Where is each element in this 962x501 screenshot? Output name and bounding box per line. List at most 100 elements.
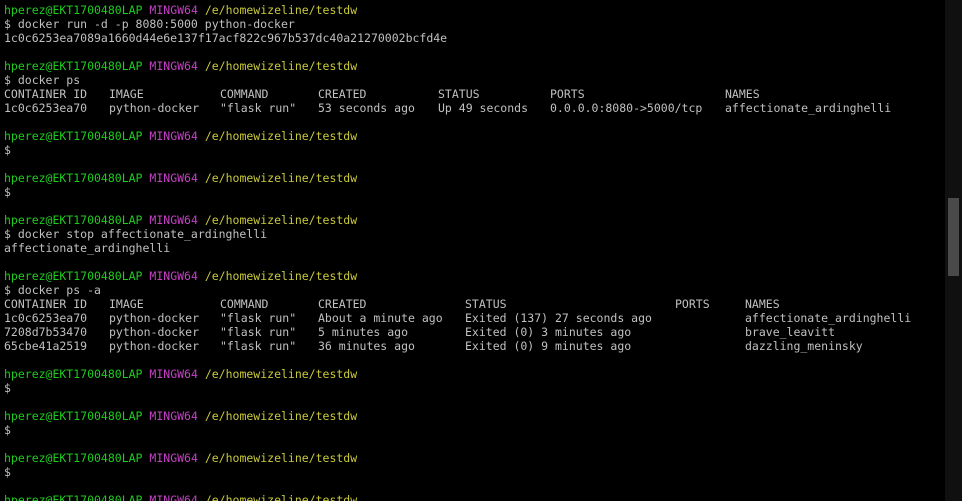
prompt-path: /e/homewizeline/testdw	[204, 59, 358, 73]
prompt-symbol: $	[4, 143, 11, 157]
prompt-system: MINGW64	[149, 171, 198, 185]
prompt-system: MINGW64	[149, 409, 198, 423]
table-cell: "flask run"	[220, 311, 297, 325]
table-cell: About a minute ago	[318, 311, 443, 325]
table-cell: 1c0c6253ea70	[4, 101, 88, 115]
table-row: 1c0c6253ea70 python-docker "flask run" 53 s…	[4, 101, 942, 115]
command-line: $ docker ps -a	[4, 283, 101, 297]
prompt-user: hperez@EKT1700480LAP	[4, 367, 143, 381]
prompt-symbol: $	[4, 423, 11, 437]
table-cell: "flask run"	[220, 101, 297, 115]
header-cell: STATUS	[438, 87, 480, 101]
prompt-line: hperez@EKT1700480LAP MINGW64 /e/homewize…	[4, 213, 942, 227]
table-cell: affectionate_ardinghelli	[725, 101, 892, 115]
prompt-system: MINGW64	[149, 59, 198, 73]
prompt-line: hperez@EKT1700480LAP MINGW64 /e/homewize…	[4, 269, 942, 283]
table-cell: "flask run"	[220, 325, 297, 339]
header-cell: STATUS	[465, 297, 507, 311]
prompt-system: MINGW64	[149, 3, 198, 17]
command-line: $ docker stop affectionate_ardinghelli	[4, 227, 268, 241]
table-row: 1c0c6253ea70 python-docker "flask run" Abou…	[4, 311, 942, 325]
header-cell: CONTAINER ID	[4, 87, 88, 101]
table-cell: python-docker	[109, 339, 200, 353]
command-line: $ docker run -d -p 8080:5000 python-dock…	[4, 17, 295, 31]
prompt-path: /e/homewizeline/testdw	[204, 493, 358, 501]
prompt-user: hperez@EKT1700480LAP	[4, 129, 143, 143]
table-cell: Exited (0) 9 minutes ago	[465, 339, 632, 353]
prompt-system: MINGW64	[149, 451, 198, 465]
table-cell: 7208d7b53470	[4, 325, 88, 339]
table-cell: 1c0c6253ea70	[4, 311, 88, 325]
prompt-path: /e/homewizeline/testdw	[204, 213, 358, 227]
prompt-user: hperez@EKT1700480LAP	[4, 409, 143, 423]
table-cell: "flask run"	[220, 339, 297, 353]
prompt-line: hperez@EKT1700480LAP MINGW64 /e/homewize…	[4, 409, 942, 423]
table-header: CONTAINER ID IMAGE COMMAND CREATED STATUS POR…	[4, 87, 942, 101]
header-cell: NAMES	[725, 87, 760, 101]
prompt-path: /e/homewizeline/testdw	[204, 129, 358, 143]
prompt-path: /e/homewizeline/testdw	[204, 269, 358, 283]
prompt-user: hperez@EKT1700480LAP	[4, 213, 143, 227]
header-cell: COMMAND	[220, 297, 269, 311]
prompt-symbol: $	[4, 465, 11, 479]
prompt-symbol: $	[4, 185, 11, 199]
prompt-user: hperez@EKT1700480LAP	[4, 59, 143, 73]
output-line: affectionate_ardinghelli	[4, 241, 171, 255]
prompt-system: MINGW64	[149, 129, 198, 143]
table-cell: dazzling_meninsky	[745, 339, 863, 353]
header-cell: IMAGE	[109, 87, 144, 101]
terminal-window[interactable]: hperez@EKT1700480LAP MINGW64 /e/homewize…	[0, 0, 962, 501]
prompt-system: MINGW64	[149, 367, 198, 381]
table-cell: Up 49 seconds	[438, 101, 529, 115]
header-cell: CREATED	[318, 87, 367, 101]
table-cell: brave_leavitt	[745, 325, 836, 339]
prompt-system: MINGW64	[149, 269, 198, 283]
header-cell: PORTS	[675, 297, 710, 311]
header-cell: IMAGE	[109, 297, 144, 311]
header-cell: CREATED	[318, 297, 367, 311]
prompt-path: /e/homewizeline/testdw	[204, 409, 358, 423]
prompt-system: MINGW64	[149, 213, 198, 227]
table-cell: 5 minutes ago	[318, 325, 409, 339]
prompt-user: hperez@EKT1700480LAP	[4, 493, 143, 501]
header-cell: CONTAINER ID	[4, 297, 88, 311]
prompt-user: hperez@EKT1700480LAP	[4, 269, 143, 283]
prompt-line: hperez@EKT1700480LAP MINGW64 /e/homewize…	[4, 493, 942, 501]
table-cell: 0.0.0.0:8080->5000/tcp	[550, 101, 703, 115]
prompt-user: hperez@EKT1700480LAP	[4, 3, 143, 17]
header-cell: NAMES	[745, 297, 780, 311]
prompt-line: hperez@EKT1700480LAP MINGW64 /e/homewize…	[4, 171, 942, 185]
table-row: 7208d7b53470 python-docker "flask run" 5 mi…	[4, 325, 942, 339]
prompt-user: hperez@EKT1700480LAP	[4, 451, 143, 465]
table-cell: affectionate_ardinghelli	[745, 311, 912, 325]
scrollbar-thumb[interactable]	[948, 198, 959, 276]
output-line: 1c0c6253ea7089a1660d44e6e137f17acf822c96…	[4, 31, 448, 45]
table-cell: python-docker	[109, 311, 200, 325]
terminal-output: hperez@EKT1700480LAP MINGW64 /e/homewize…	[4, 3, 942, 501]
table-cell: python-docker	[109, 101, 200, 115]
prompt-line: hperez@EKT1700480LAP MINGW64 /e/homewize…	[4, 367, 942, 381]
prompt-line: hperez@EKT1700480LAP MINGW64 /e/homewize…	[4, 59, 942, 73]
header-cell: COMMAND	[220, 87, 269, 101]
table-cell: python-docker	[109, 325, 200, 339]
table-row: 65cbe41a2519 python-docker "flask run" 36 m…	[4, 339, 942, 353]
table-header: CONTAINER ID IMAGE COMMAND CREATED STATUS POR…	[4, 297, 942, 311]
prompt-path: /e/homewizeline/testdw	[204, 3, 358, 17]
vertical-scrollbar[interactable]	[945, 0, 962, 501]
table-cell: Exited (137) 27 seconds ago	[465, 311, 652, 325]
prompt-user: hperez@EKT1700480LAP	[4, 171, 143, 185]
header-cell: PORTS	[550, 87, 585, 101]
prompt-path: /e/homewizeline/testdw	[204, 367, 358, 381]
table-cell: Exited (0) 3 minutes ago	[465, 325, 632, 339]
prompt-line: hperez@EKT1700480LAP MINGW64 /e/homewize…	[4, 129, 942, 143]
prompt-path: /e/homewizeline/testdw	[204, 171, 358, 185]
prompt-symbol: $	[4, 381, 11, 395]
